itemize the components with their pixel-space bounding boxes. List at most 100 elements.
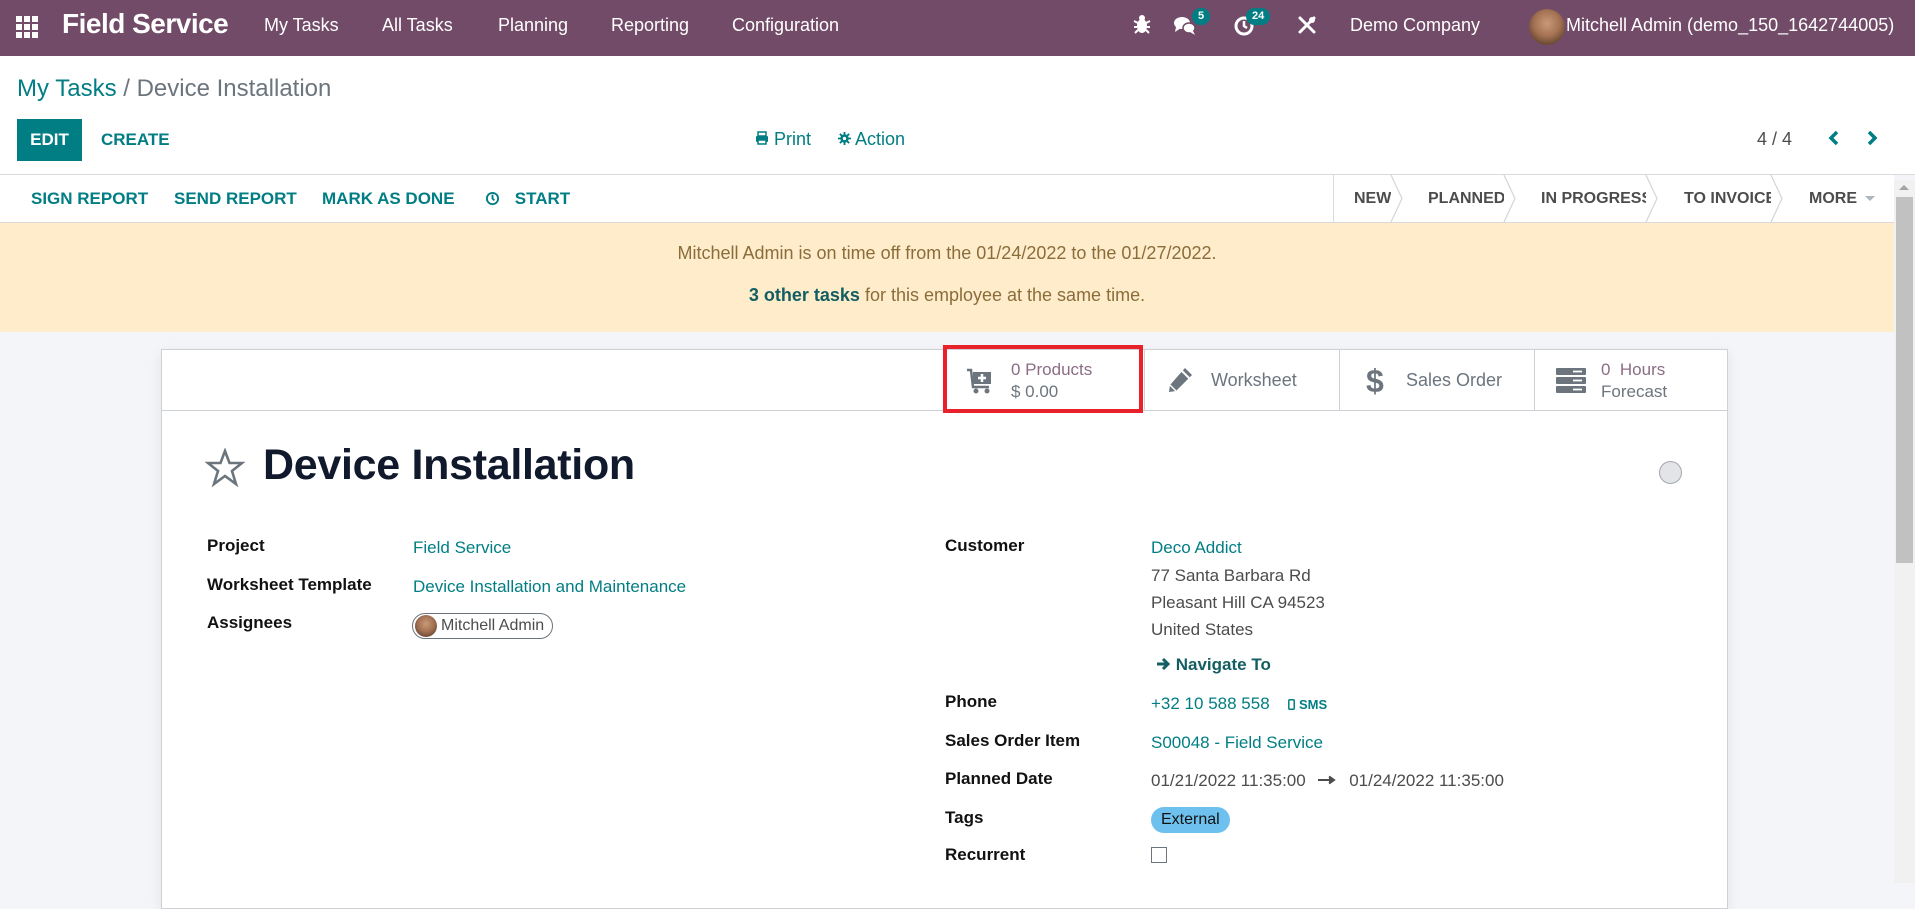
create-button[interactable]: CREATE [101,130,170,150]
other-tasks-link[interactable]: 3 other tasks [749,285,860,305]
menu-my-tasks[interactable]: My Tasks [264,15,339,36]
project-value[interactable]: Field Service [413,538,511,558]
sales-order-item-label: Sales Order Item [945,731,1081,750]
stage-planned[interactable]: PLANNED [1402,175,1516,222]
send-report-button[interactable]: SEND REPORT [174,189,297,209]
sales-order-smart-button[interactable]: $ Sales Order [1339,350,1534,410]
stage-new-label: NEW [1354,189,1392,207]
tag-external[interactable]: External [1151,807,1230,833]
time-off-message: Mitchell Admin is on time off from the 0… [677,243,1217,263]
stage-to-invoice[interactable]: TO INVOICE [1657,175,1783,222]
app-name[interactable]: Field Service [62,8,229,40]
customer-label: Customer [945,536,1025,555]
menu-planning[interactable]: Planning [498,15,568,36]
stage-in-progress-label: IN PROGRESS [1541,189,1653,207]
menu-all-tasks[interactable]: All Tasks [382,15,453,36]
project-label: Project [207,536,265,555]
address-city: Pleasant Hill CA 94523 [1151,593,1325,612]
assignee-avatar [415,615,437,637]
menu-configuration[interactable]: Configuration [732,15,839,36]
hours-forecast-smart-button[interactable]: 0 Hours Forecast [1534,350,1727,410]
debug-bug-icon[interactable] [1133,13,1151,41]
mark-as-done-button[interactable]: MARK AS DONE [322,189,455,209]
start-button[interactable]: START [485,189,570,209]
task-title: Device Installation [263,441,635,489]
worksheet-smart-button[interactable]: Worksheet [1144,350,1339,410]
hours-forecast-label: Forecast [1601,382,1668,401]
recurrent-checkbox[interactable] [1151,847,1167,863]
overlap-message: 3 other tasks for this employee at the s… [0,285,1894,306]
tags-label: Tags [945,808,984,827]
server-tasks-icon [1555,365,1586,395]
kanban-state-icon[interactable] [1659,461,1682,484]
navigate-to-label: Navigate To [1175,655,1271,674]
form-statusbar: SIGN REPORT SEND REPORT MARK AS DONE STA… [0,175,1894,223]
pager-previous-button[interactable] [1822,124,1846,152]
sales-order-label: Sales Order [1406,370,1503,390]
user-avatar[interactable] [1529,9,1565,45]
stage-pipeline: NEW PLANNED IN PROGRESS TO INVOICE MORE [1333,175,1892,222]
caret-down-icon [1865,196,1875,201]
action-dropdown[interactable]: Action [838,129,905,150]
page-scrollbar[interactable] [1894,180,1915,883]
planned-date-start: 01/21/2022 11:35:00 [1151,771,1306,790]
print-icon [755,129,774,149]
worksheet-template-value[interactable]: Device Installation and Maintenance [413,577,686,597]
products-smart-button[interactable]: 0 Products $ 0.00 [944,350,1144,410]
top-navbar: Field Service My Tasks All Tasks Plannin… [0,0,1915,56]
stage-in-progress[interactable]: IN PROGRESS [1515,175,1658,222]
stage-planned-label: PLANNED [1428,189,1506,207]
pencil-icon [1165,365,1195,395]
action-label: Action [855,129,906,149]
apps-menu-icon[interactable] [16,16,40,38]
planned-date-label: Planned Date [945,769,1053,788]
scrollbar-thumb[interactable] [1896,197,1913,563]
arrow-right-icon [1156,655,1176,674]
breadcrumb: My Tasks / Device Installation [17,75,331,103]
long-arrow-right-icon [1318,771,1341,790]
assignee-chip[interactable]: Mitchell Admin [412,613,554,639]
clock-icon [485,189,505,208]
sms-button[interactable]: SMS [1288,697,1327,712]
hours-value: 0 Hours [1601,360,1666,379]
planned-date-end: 01/24/2022 11:35:00 [1349,771,1504,790]
sales-order-item-value[interactable]: S00048 - Field Service [1151,733,1323,753]
customer-value[interactable]: Deco Addict [1151,538,1242,558]
company-switcher[interactable]: Demo Company [1350,15,1480,36]
phone-value[interactable]: +32 10 588 558 [1151,694,1270,713]
scroll-up-arrow-icon[interactable] [1899,185,1909,190]
menu-reporting[interactable]: Reporting [611,15,689,36]
assignee-name: Mitchell Admin [441,617,545,634]
address-country: United States [1151,620,1254,639]
pager-next-button[interactable] [1860,124,1884,152]
activities-count-badge: 24 [1246,8,1271,25]
pager-value[interactable]: 4 / 4 [1757,129,1792,150]
svg-text:$: $ [1366,365,1384,395]
stage-new[interactable]: NEW [1334,175,1403,222]
user-menu[interactable]: Mitchell Admin (demo_150_1642744005) [1566,15,1894,36]
sms-label: SMS [1299,697,1328,712]
star-icon[interactable] [204,447,246,488]
breadcrumb-separator: / [123,75,130,102]
tools-icon[interactable] [1297,15,1317,41]
time-off-warning: Mitchell Admin is on time off from the 0… [0,223,1894,332]
print-dropdown[interactable]: Print [755,129,811,150]
smart-button-box: 0 Products $ 0.00 Worksheet $ Sales Orde… [162,350,1727,411]
stage-more-label: MORE [1809,189,1857,207]
breadcrumb-my-tasks[interactable]: My Tasks [17,75,117,102]
breadcrumb-current: Device Installation [136,75,332,102]
chevron-right-icon [1867,130,1878,146]
dollar-icon: $ [1360,363,1390,399]
planned-date-range: 01/21/2022 11:35:00 01/24/2022 11:35:00 [1151,771,1504,791]
sign-report-button[interactable]: SIGN REPORT [31,189,148,209]
gear-icon [838,129,855,149]
navigate-to-button[interactable]: Navigate To [1156,655,1271,675]
edit-button[interactable]: EDIT [17,119,82,161]
products-count: 0 Products [1011,360,1093,379]
cart-plus-icon [965,365,995,395]
stage-more-dropdown[interactable]: MORE [1782,175,1892,222]
products-amount: $ 0.00 [1011,382,1059,401]
form-sheet: 0 Products $ 0.00 Worksheet $ Sales Orde… [161,349,1728,909]
stage-to-invoice-label: TO INVOICE [1684,189,1777,207]
overlap-message-text: for this employee at the same time. [859,285,1146,305]
